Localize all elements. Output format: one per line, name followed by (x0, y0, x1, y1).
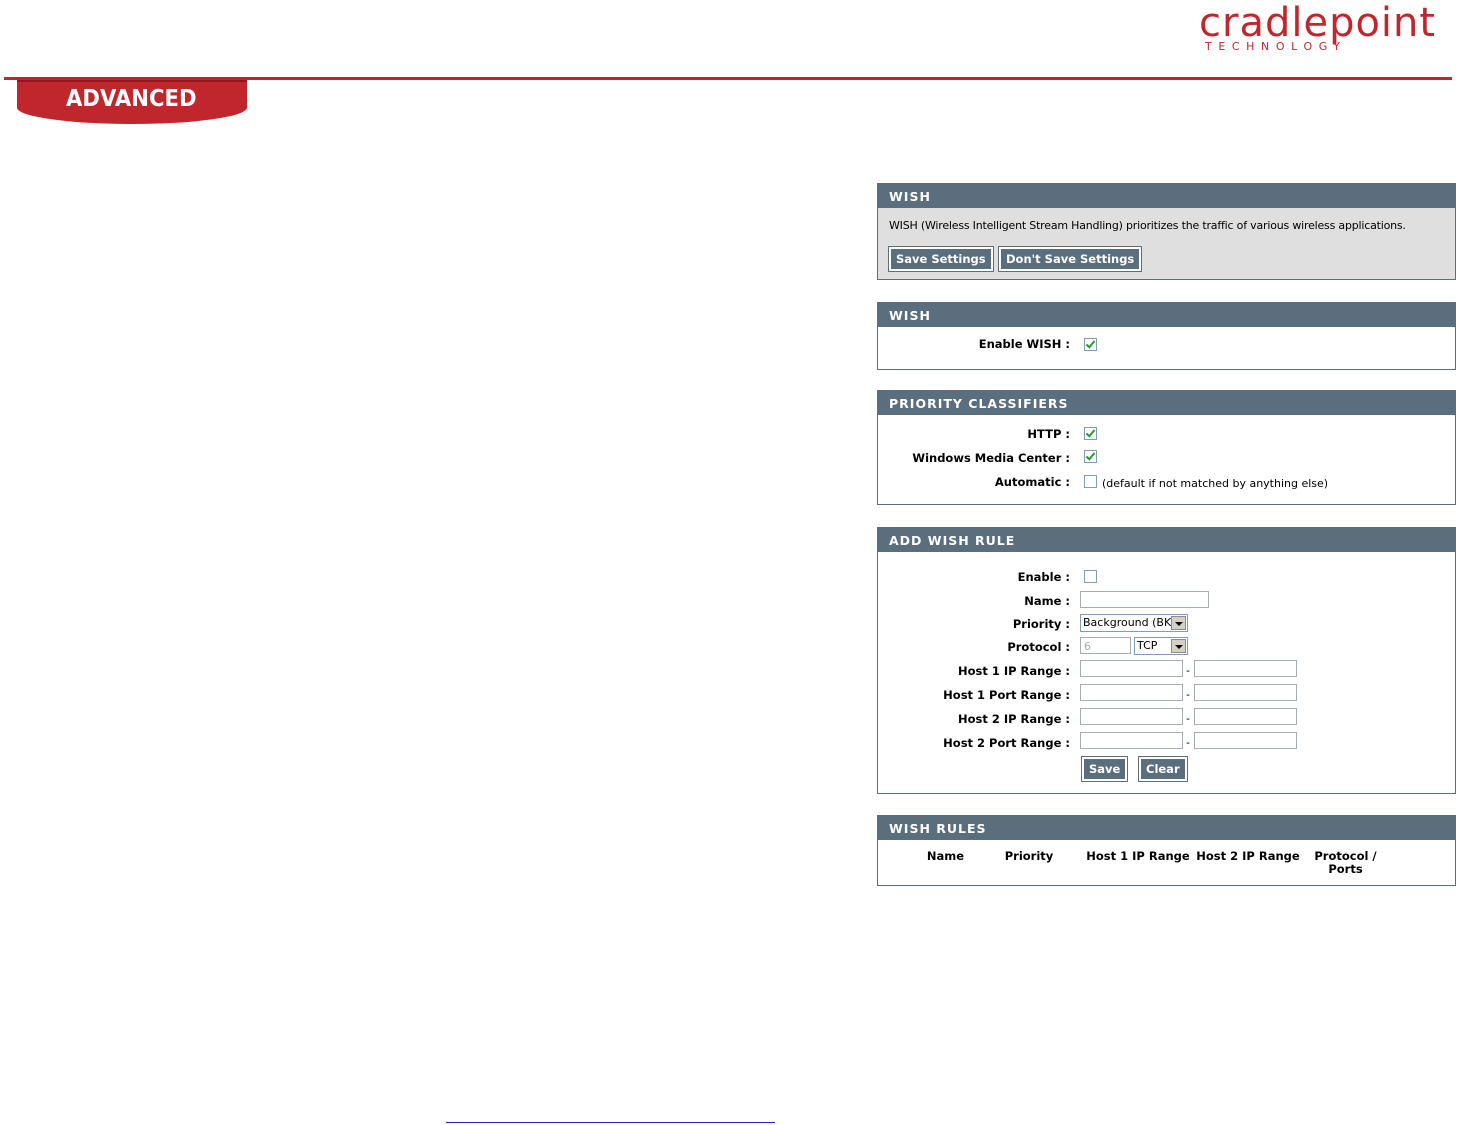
protocol-selected-value: TCP (1137, 639, 1158, 652)
protocol-select[interactable]: TCP (1134, 637, 1188, 655)
host1-ip-start-input[interactable] (1080, 660, 1183, 677)
enable-wish-checkbox[interactable] (1084, 338, 1097, 351)
panel-header: WISH (878, 184, 1455, 208)
priority-select[interactable]: Background (BK) (1080, 614, 1188, 632)
chevron-down-icon (1171, 616, 1186, 630)
automatic-checkbox[interactable] (1084, 475, 1097, 488)
rule-clear-button[interactable]: Clear (1138, 756, 1188, 782)
save-settings-button[interactable]: Save Settings (888, 246, 994, 272)
rule-enable-checkbox[interactable] (1084, 570, 1097, 583)
host1-port-start-input[interactable] (1080, 684, 1183, 701)
priority-classifiers-panel: PRIORITY CLASSIFIERS HTTP : Windows Medi… (877, 390, 1456, 505)
rule-name-label: Name : (1024, 594, 1070, 608)
enable-wish-label: Enable WISH : (978, 337, 1070, 351)
range-separator: - (1186, 736, 1190, 749)
column-header-host1-ip-range: Host 1 IP Range (1086, 849, 1190, 863)
host1-port-end-input[interactable] (1194, 684, 1297, 701)
wish-intro-panel: WISH WISH (Wireless Intelligent Stream H… (877, 183, 1456, 280)
automatic-label: Automatic : (994, 475, 1070, 489)
host2-ip-end-input[interactable] (1194, 708, 1297, 725)
logo-tagline: TECHNOLOGY (1205, 40, 1347, 53)
advanced-tab-label: ADVANCED (66, 86, 197, 112)
host2-port-start-input[interactable] (1080, 732, 1183, 749)
panel-header: ADD WISH RULE (878, 528, 1455, 552)
panel-header: WISH (878, 303, 1455, 327)
windows-media-center-label: Windows Media Center : (912, 451, 1070, 465)
host2-ip-range-label: Host 2 IP Range : (957, 712, 1070, 726)
range-separator: - (1186, 688, 1190, 701)
column-header-name: Name (926, 849, 965, 863)
rule-save-button[interactable]: Save (1080, 756, 1129, 782)
column-header-host2-ip-range: Host 2 IP Range (1196, 849, 1300, 863)
range-separator: - (1186, 664, 1190, 677)
wish-rules-panel: WISH RULES Name Priority Host 1 IP Range… (877, 815, 1456, 886)
rule-enable-label: Enable : (1017, 570, 1070, 584)
wish-description: WISH (Wireless Intelligent Stream Handli… (889, 219, 1406, 232)
host1-ip-range-label: Host 1 IP Range : (957, 664, 1070, 678)
priority-label: Priority : (1012, 617, 1070, 631)
protocol-number-input[interactable]: 6 (1080, 637, 1131, 654)
windows-media-center-checkbox[interactable] (1084, 450, 1097, 463)
protocol-label: Protocol : (1007, 640, 1070, 654)
chevron-down-icon (1171, 639, 1186, 653)
footer-link-underline[interactable] (446, 1122, 775, 1123)
host2-port-range-label: Host 2 Port Range : (943, 736, 1070, 750)
dont-save-settings-button[interactable]: Don't Save Settings (997, 246, 1143, 272)
host2-port-end-input[interactable] (1194, 732, 1297, 749)
column-header-priority: Priority (1004, 849, 1054, 863)
host2-ip-start-input[interactable] (1080, 708, 1183, 725)
host1-ip-end-input[interactable] (1194, 660, 1297, 677)
column-header-protocol: Protocol / (1314, 849, 1377, 863)
panel-header: WISH RULES (878, 816, 1455, 840)
column-header-ports: Ports (1328, 862, 1363, 876)
http-label: HTTP : (1027, 427, 1070, 441)
rule-name-input[interactable] (1080, 591, 1209, 608)
priority-selected-value: Background (BK) (1083, 616, 1176, 629)
add-wish-rule-panel: ADD WISH RULE Enable : Name : Priority :… (877, 527, 1456, 794)
host1-port-range-label: Host 1 Port Range : (943, 688, 1070, 702)
wish-panel: WISH Enable WISH : (877, 302, 1456, 370)
panel-header: PRIORITY CLASSIFIERS (878, 391, 1455, 415)
automatic-note: (default if not matched by anything else… (1102, 477, 1329, 490)
cradlepoint-logo: cradlepoint TECHNOLOGY (1195, 0, 1445, 60)
http-checkbox[interactable] (1084, 427, 1097, 440)
range-separator: - (1186, 712, 1190, 725)
